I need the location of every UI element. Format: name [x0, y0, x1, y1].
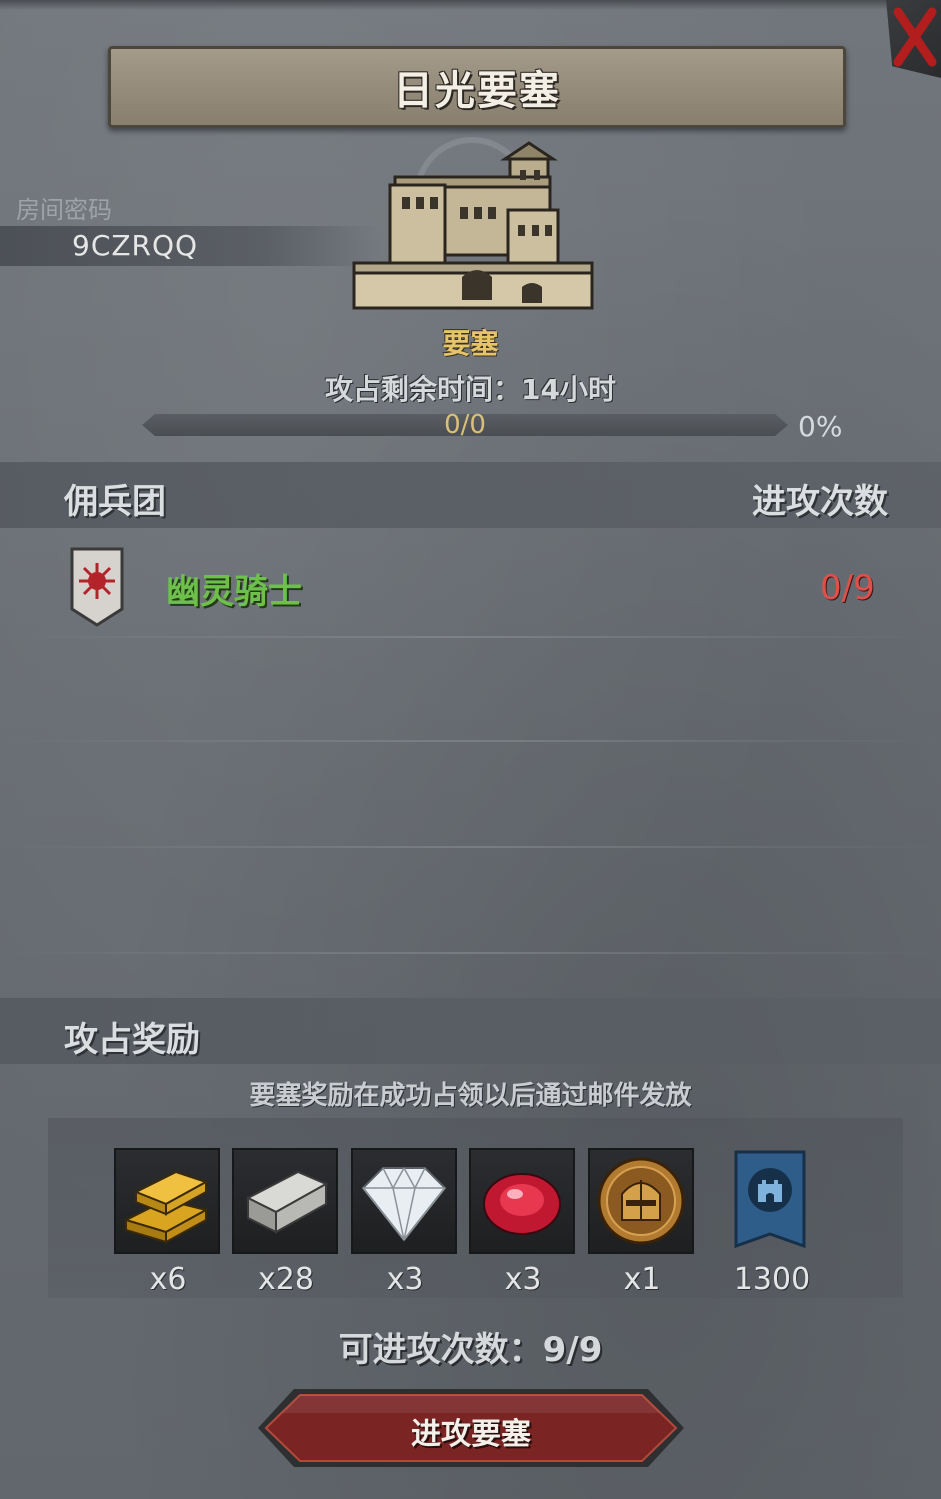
- fortress-title: 日光要塞: [393, 68, 561, 114]
- reward-qty-diamond: x3: [386, 1262, 424, 1297]
- reward-slot-ruby[interactable]: [469, 1148, 575, 1254]
- mercenary-section-title: 佣兵团: [64, 482, 166, 522]
- attack-fortress-button[interactable]: 进攻要塞: [256, 1387, 686, 1469]
- gold-bars-icon: [123, 1170, 209, 1244]
- reward-slot-diamond[interactable]: [351, 1148, 457, 1254]
- ruby-icon: [483, 1173, 561, 1235]
- reward-slot-iron[interactable]: [232, 1148, 338, 1254]
- close-icon: [893, 7, 937, 67]
- reward-qty-gold: x6: [149, 1262, 187, 1297]
- fortress-type-label: 要塞: [442, 327, 499, 360]
- reward-qty-helmet-coin: x1: [623, 1262, 661, 1297]
- fortress-banner-icon[interactable]: [734, 1150, 806, 1252]
- mercenary-name[interactable]: 幽灵骑士: [166, 564, 302, 613]
- reward-section-title: 攻占奖励: [64, 1020, 200, 1060]
- list-divider: [0, 740, 941, 742]
- list-divider: [0, 636, 941, 638]
- room-password-code: 9CZRQQ: [72, 229, 199, 262]
- knight-helmet-coin-icon: [597, 1157, 685, 1245]
- list-divider: [0, 846, 941, 848]
- reward-qty-fortress-points: 1300: [733, 1262, 811, 1297]
- reward-qty-iron: x28: [258, 1262, 314, 1297]
- diamond-icon: [361, 1167, 447, 1242]
- list-divider: [0, 952, 941, 954]
- capture-progress-count: 0/0: [444, 410, 486, 440]
- mercenary-attack-count: 0/9: [820, 568, 875, 608]
- capture-time-remaining: 攻占剩余时间：14小时: [325, 373, 616, 406]
- reward-qty-ruby: x3: [504, 1262, 542, 1297]
- iron-ingot-icon: [245, 1170, 329, 1234]
- room-password-label: 房间密码: [16, 196, 112, 224]
- sun-crest-shield-icon: [70, 547, 124, 627]
- reward-note: 要塞奖励在成功占领以后通过邮件发放: [249, 1081, 692, 1111]
- attack-count-header: 进攻次数: [752, 482, 888, 522]
- attack-fortress-button-label: 进攻要塞: [411, 1417, 531, 1452]
- capture-progress-percent: 0%: [798, 410, 843, 443]
- attacks-remaining: 可进攻次数：9/9: [338, 1330, 603, 1370]
- reward-slot-gold[interactable]: [114, 1148, 220, 1254]
- fortress-castle-icon: [352, 137, 594, 310]
- title-banner: 日光要塞: [108, 46, 846, 128]
- reward-slot-helmet-coin[interactable]: [588, 1148, 694, 1254]
